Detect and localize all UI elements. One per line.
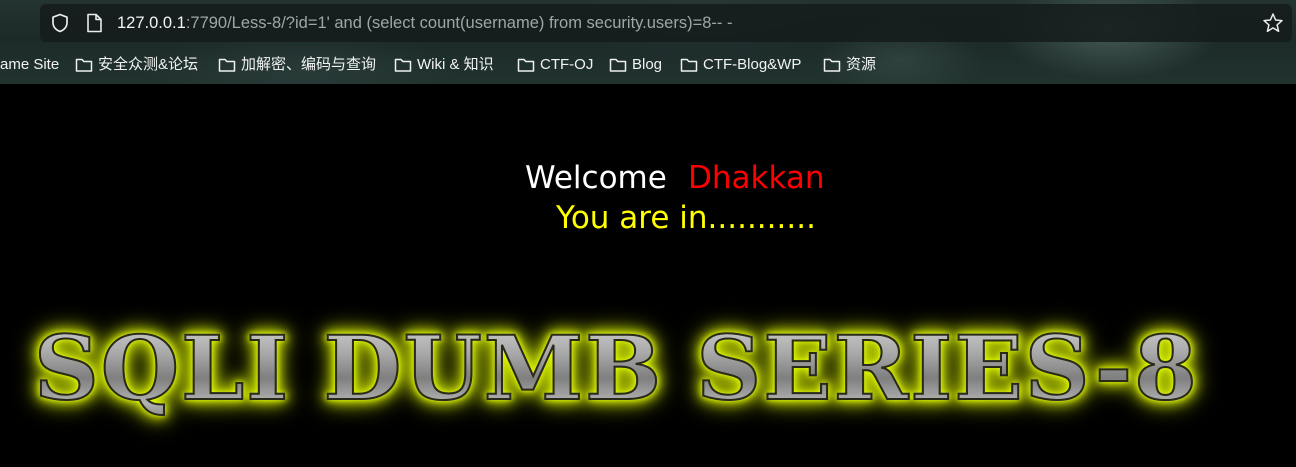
welcome-text: Welcome (525, 160, 667, 196)
folder-icon (218, 58, 236, 72)
bookmark-star-icon[interactable] (1262, 12, 1284, 34)
banner-title: SQLI DUMB SERIES-8 (33, 316, 1199, 420)
url-host: 127.0.0.1 (117, 14, 186, 32)
shield-icon[interactable] (50, 13, 70, 33)
login-status-text: You are in........... (556, 200, 816, 236)
address-bar[interactable]: 127.0.0.1:7790/Less-8/?id=1' and (select… (40, 4, 1292, 42)
page-icon[interactable] (85, 13, 103, 33)
bookmark-label: 加解密、编码与查询 (241, 56, 377, 73)
bookmark-label: Blog (632, 56, 663, 73)
folder-icon (75, 58, 93, 72)
bookmarks-bar: ame Site 安全众测&论坛 加解密、编码与查询 Wiki & 知识 CTF… (0, 52, 1296, 78)
bookmark-label: CTF-OJ (540, 56, 594, 73)
series-banner: SQLI DUMB SERIES-8 (33, 316, 1296, 420)
bookmark-label: 资源 (846, 56, 877, 73)
browser-chrome: 127.0.0.1:7790/Less-8/?id=1' and (select… (0, 0, 1296, 84)
bookmark-label: CTF-Blog&WP (703, 56, 802, 73)
url-text[interactable]: 127.0.0.1:7790/Less-8/?id=1' and (select… (117, 13, 732, 33)
folder-icon (609, 58, 627, 72)
username-text: Dhakkan (688, 160, 825, 196)
folder-icon (517, 58, 535, 72)
folder-icon (823, 58, 841, 72)
folder-icon (680, 58, 698, 72)
bookmark-label: ame Site (0, 56, 60, 73)
bookmark-label: Wiki & 知识 (417, 56, 494, 73)
bookmark-label: 安全众测&论坛 (98, 56, 199, 73)
folder-icon (394, 58, 412, 72)
url-path: :7790/Less-8/?id=1' and (select count(us… (185, 14, 733, 32)
